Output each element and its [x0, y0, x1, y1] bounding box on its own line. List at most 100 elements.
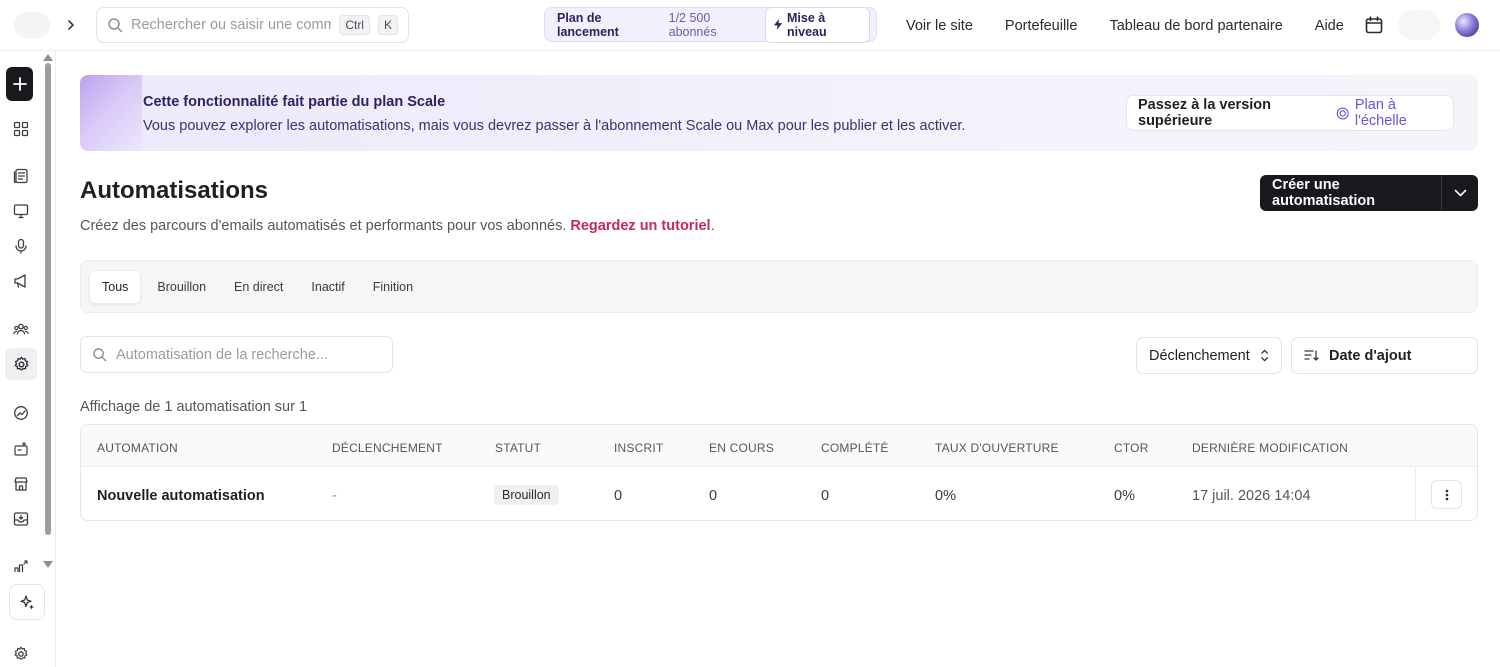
plan-name: Plan de lancement — [557, 10, 619, 39]
col-in-progress[interactable]: EN COURS — [709, 441, 774, 455]
search-icon — [108, 18, 123, 33]
chevron-up-down-icon — [1260, 349, 1268, 362]
megaphone-icon[interactable] — [9, 269, 33, 293]
top-nav: Voir le site Portefeuille Tableau de bor… — [890, 0, 1360, 51]
settings-gear-icon[interactable] — [9, 642, 33, 666]
ctor-value: 0% — [1114, 488, 1135, 504]
chevron-down-icon — [1454, 189, 1466, 197]
page-title: Automatisations — [80, 177, 269, 204]
scale-plan-tag: Plan à l'échelle — [1336, 97, 1442, 129]
nav-view-site[interactable]: Voir le site — [890, 18, 989, 34]
trigger-filter-select[interactable]: Déclenchement — [1136, 337, 1282, 374]
plus-icon — [12, 77, 27, 91]
microphone-icon[interactable] — [9, 234, 33, 258]
enrolled-count: 0 — [614, 488, 623, 504]
user-menu[interactable] — [1398, 10, 1440, 40]
last-modified-value: 17 juil. 2026 14:04 — [1192, 488, 1311, 504]
tab-draft[interactable]: Brouillon — [145, 271, 218, 303]
upgrade-label: Mise à niveau — [787, 10, 827, 39]
scroll-up-arrow[interactable] — [43, 54, 53, 61]
automation-search-placeholder: Automatisation de la recherche... — [116, 346, 328, 363]
page-subtitle: Créez des parcours d'emails automatisés … — [80, 218, 715, 234]
upgrade-button[interactable]: Mise à niveau — [764, 6, 871, 43]
posts-icon[interactable] — [9, 164, 33, 188]
automations-table: AUTOMATION DÉCLENCHEMENT STATUT INSCRIT … — [80, 424, 1478, 521]
sparkle-icon — [20, 595, 34, 610]
upgrade-plan-label: Passez à la version supérieure — [1138, 97, 1271, 129]
results-count: Affichage de 1 automatisation sur 1 — [80, 399, 308, 415]
chevron-right-icon — [68, 20, 74, 30]
col-ctor[interactable]: CTOR — [1114, 441, 1149, 455]
ai-assistant-button[interactable] — [9, 584, 45, 620]
sidebar — [0, 51, 56, 667]
create-automation-button[interactable]: Créer une automatisation — [1260, 175, 1478, 211]
inbox-icon[interactable] — [9, 507, 33, 531]
upgrade-plan-button[interactable]: Passez à la version supérieure Plan à l'… — [1126, 95, 1454, 131]
status-tabs: Tous Brouillon En direct Inactif Finitio… — [80, 260, 1478, 313]
in-progress-count: 0 — [709, 488, 718, 504]
dashboard-grid-icon[interactable] — [9, 117, 33, 141]
plan-indicator[interactable]: Plan de lancement 1/2 500 abonnés Mise à… — [544, 6, 877, 43]
website-monitor-icon[interactable] — [9, 199, 33, 223]
upgrade-banner: Cette fonctionnalité fait partie du plan… — [80, 75, 1478, 151]
sponsor-icon[interactable] — [9, 437, 33, 461]
automations-gear-icon[interactable] — [5, 348, 37, 380]
automation-search-input[interactable]: Automatisation de la recherche... — [80, 336, 393, 373]
subscriber-count: 1/2 500 abonnés — [668, 10, 717, 39]
open-rate-value: 0% — [935, 488, 956, 504]
create-new-button[interactable] — [6, 67, 33, 101]
create-options-dropdown[interactable] — [1442, 189, 1478, 197]
col-enrolled[interactable]: INSCRIT — [614, 441, 663, 455]
scroll-down-arrow[interactable] — [43, 561, 53, 568]
sidebar-toggle-button[interactable] — [60, 12, 82, 38]
sort-select[interactable]: Date d'ajout — [1291, 337, 1478, 374]
subtitle-period: . — [710, 218, 715, 234]
scale-plan-label: Plan à l'échelle — [1354, 97, 1407, 129]
automation-trigger: - — [332, 488, 337, 504]
shortcut-k: K — [377, 15, 398, 35]
tab-live[interactable]: En direct — [222, 271, 295, 303]
calendar-icon[interactable] — [1364, 15, 1384, 35]
status-badge: Brouillon — [494, 485, 559, 505]
automation-name[interactable]: Nouvelle automatisation — [97, 488, 265, 504]
col-open-rate[interactable]: TAUX D'OUVERTURE — [935, 441, 1059, 455]
lightning-icon — [773, 18, 783, 31]
tab-all[interactable]: Tous — [89, 269, 142, 304]
col-automation[interactable]: AUTOMATION — [97, 441, 178, 455]
row-actions-button[interactable] — [1431, 480, 1462, 509]
command-search-placeholder: Rechercher ou saisir une comma... — [131, 17, 332, 33]
completed-count: 0 — [821, 488, 830, 504]
create-automation-label: Créer une automatisation — [1272, 177, 1376, 209]
logo[interactable] — [14, 12, 50, 38]
growth-icon[interactable] — [9, 401, 33, 425]
nav-partner-dashboard[interactable]: Tableau de bord partenaire — [1093, 18, 1298, 34]
tutorial-link[interactable]: Regardez un tutoriel — [570, 218, 710, 234]
col-last-modified[interactable]: DERNIÈRE MODIFICATION — [1192, 441, 1348, 455]
col-completed[interactable]: COMPLÉTÉ — [821, 441, 889, 455]
col-trigger[interactable]: DÉCLENCHEMENT — [332, 441, 443, 455]
referral-icon[interactable] — [9, 554, 33, 578]
shortcut-ctrl: Ctrl — [339, 15, 370, 35]
avatar[interactable] — [1455, 13, 1479, 37]
trigger-filter-label: Déclenchement — [1149, 347, 1250, 364]
store-icon[interactable] — [9, 472, 33, 496]
sort-icon — [1304, 350, 1319, 361]
top-bar: Rechercher ou saisir une comma... Ctrl K… — [0, 0, 1500, 51]
tab-inactive[interactable]: Inactif — [299, 271, 356, 303]
tab-finished[interactable]: Finition — [361, 271, 425, 303]
scale-plan-icon — [1337, 106, 1350, 120]
nav-help[interactable]: Aide — [1299, 18, 1360, 34]
search-icon — [93, 348, 107, 362]
command-search-input[interactable]: Rechercher ou saisir une comma... Ctrl K — [96, 7, 409, 43]
col-status[interactable]: STATUT — [495, 441, 541, 455]
audience-icon[interactable] — [9, 317, 33, 341]
page-subtitle-text: Créez des parcours d'emails automatisés … — [80, 218, 567, 234]
sidebar-scroll-thumb[interactable] — [45, 63, 51, 535]
banner-text: Vous pouvez explorer les automatisations… — [143, 118, 966, 134]
table-header: AUTOMATION DÉCLENCHEMENT STATUT INSCRIT … — [81, 425, 1477, 467]
sort-label: Date d'ajout — [1329, 347, 1412, 364]
nav-portfolio[interactable]: Portefeuille — [989, 18, 1094, 34]
banner-title: Cette fonctionnalité fait partie du plan… — [143, 94, 446, 110]
more-vertical-icon — [1445, 489, 1448, 500]
banner-decoration — [80, 75, 142, 151]
